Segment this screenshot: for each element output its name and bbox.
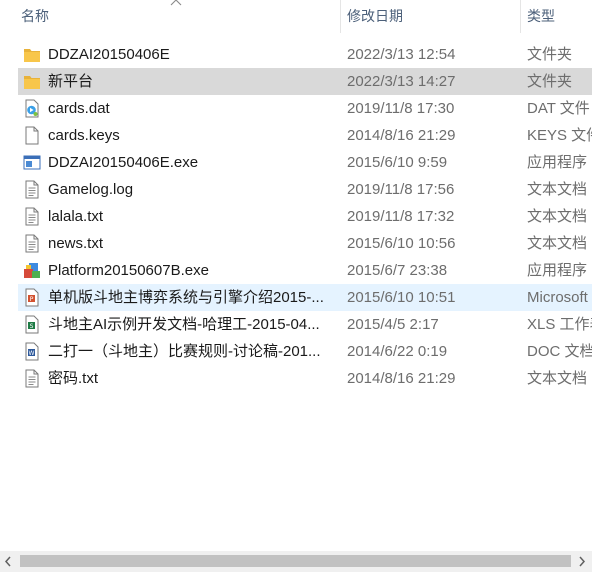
svg-text:P: P [30, 296, 34, 303]
file-type: 文本文档 [527, 208, 588, 225]
file-type: 文本文档 [527, 235, 588, 252]
file-type: DAT 文件 [527, 100, 590, 117]
application-icon [23, 155, 41, 170]
scroll-left-button[interactable] [0, 551, 17, 572]
installer-icon [24, 263, 40, 278]
file-type: 文本文档 [527, 370, 588, 387]
horizontal-scrollbar[interactable] [0, 551, 592, 572]
file-name: 新平台 [48, 73, 94, 90]
column-header-name[interactable]: 名称 [17, 0, 340, 34]
file-modified-date: 2022/3/13 12:54 [347, 46, 456, 63]
file-type: DOC 文档 [527, 343, 592, 360]
file-row[interactable]: Platform20150607B.exe 2015/6/7 23:38 应用程序 [18, 257, 592, 284]
file-name: news.txt [48, 235, 104, 252]
word-file-icon: W [25, 342, 39, 361]
file-modified-date: 2015/6/10 10:51 [347, 289, 456, 306]
file-type: KEYS 文件 [527, 127, 592, 144]
file-name: cards.keys [48, 127, 120, 144]
text-file-icon [25, 207, 39, 226]
file-modified-date: 2022/3/13 14:27 [347, 73, 456, 90]
powerpoint-file-icon: P [25, 288, 39, 307]
file-row[interactable]: 密码.txt 2014/8/16 21:29 文本文档 [18, 365, 592, 392]
file-type: 应用程序 [527, 262, 588, 279]
file-row[interactable]: DDZAI20150406E.exe 2015/6/10 9:59 应用程序 [18, 149, 592, 176]
file-modified-date: 2015/6/10 10:56 [347, 235, 456, 252]
file-row[interactable]: cards.keys 2014/8/16 21:29 KEYS 文件 [18, 122, 592, 149]
file-row[interactable]: lalala.txt 2019/11/8 17:32 文本文档 [18, 203, 592, 230]
folder-icon [24, 76, 40, 89]
file-row[interactable]: 新平台 2022/3/13 14:27 文件夹 [18, 68, 592, 95]
file-name: lalala.txt [48, 208, 104, 225]
text-file-icon [25, 369, 39, 388]
scrollbar-thumb[interactable] [20, 555, 571, 567]
file-name: Platform20150607B.exe [48, 262, 209, 279]
file-type: XLS 工作表 [527, 316, 592, 333]
folder-icon [24, 49, 40, 62]
file-type: 文件夹 [527, 73, 573, 90]
chevron-left-icon [4, 556, 11, 567]
text-file-icon [25, 234, 39, 253]
column-header-date[interactable]: 修改日期 [340, 0, 520, 34]
media-file-icon [25, 99, 39, 118]
text-file-icon [25, 180, 39, 199]
file-type: 应用程序 [527, 154, 588, 171]
file-name: 密码.txt [48, 370, 99, 387]
file-row[interactable]: DDZAI20150406E 2022/3/13 12:54 文件夹 [18, 41, 592, 68]
scroll-right-button[interactable] [573, 551, 590, 572]
file-row[interactable]: P 单机版斗地主博弈系统与引擎介绍2015-... 2015/6/10 10:51 M… [18, 284, 592, 311]
column-header-bar: 名称 修改日期 类型 [0, 0, 592, 34]
file-modified-date: 2015/6/7 23:38 [347, 262, 448, 279]
file-modified-date: 2014/8/16 21:29 [347, 127, 456, 144]
file-row[interactable]: S 斗地主AI示例开发文档-哈理工-2015-04... 2015/4/5 2:17… [18, 311, 592, 338]
column-header-type[interactable]: 类型 [520, 0, 592, 34]
file-modified-date: 2019/11/8 17:56 [347, 181, 455, 198]
file-row[interactable]: cards.dat 2019/11/8 17:30 DAT 文件 [18, 95, 592, 122]
file-modified-date: 2014/8/16 21:29 [347, 370, 456, 387]
svg-text:W: W [29, 350, 35, 357]
chevron-right-icon [579, 556, 586, 567]
file-type: 文件夹 [527, 46, 573, 63]
file-row[interactable]: W 二打一（斗地主）比赛规则-讨论稿-201... 2014/6/22 0:19 DO… [18, 338, 592, 365]
file-row[interactable]: news.txt 2015/6/10 10:56 文本文档 [18, 230, 592, 257]
file-type: 文本文档 [527, 181, 588, 198]
file-name: 二打一（斗地主）比赛规则-讨论稿-201... [48, 343, 321, 360]
file-row[interactable]: Gamelog.log 2019/11/8 17:56 文本文档 [18, 176, 592, 203]
file-modified-date: 2015/6/10 9:59 [347, 154, 448, 171]
file-modified-date: 2015/4/5 2:17 [347, 316, 439, 333]
svg-text:S: S [30, 323, 34, 330]
file-name: Gamelog.log [48, 181, 134, 198]
blank-file-icon [25, 126, 39, 145]
excel-file-icon: S [25, 315, 39, 334]
file-modified-date: 2019/11/8 17:32 [347, 208, 455, 225]
file-name: DDZAI20150406E [48, 46, 170, 63]
file-name: 单机版斗地主博弈系统与引擎介绍2015-... [48, 289, 324, 306]
file-name: 斗地主AI示例开发文档-哈理工-2015-04... [48, 316, 320, 333]
file-modified-date: 2014/6/22 0:19 [347, 343, 448, 360]
file-name: cards.dat [48, 100, 110, 117]
file-type: Microsoft [527, 289, 588, 306]
file-modified-date: 2019/11/8 17:30 [347, 100, 455, 117]
file-name: DDZAI20150406E.exe [48, 154, 199, 171]
